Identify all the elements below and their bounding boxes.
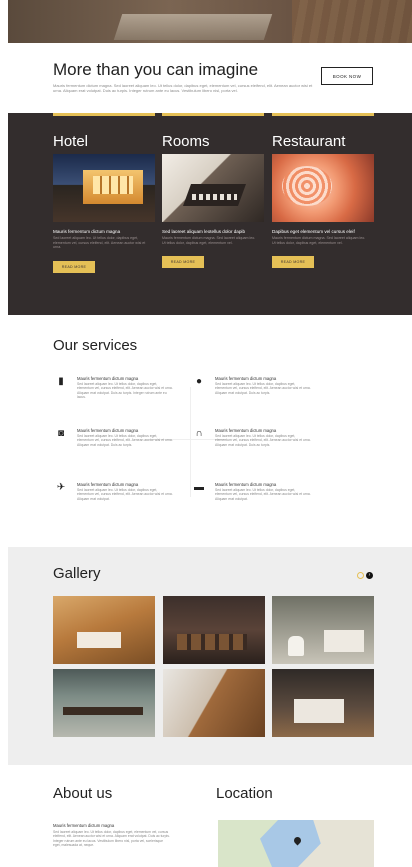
service-title: Mauris fermentum dictum magna <box>77 482 139 487</box>
card-text: Mauris fermentum dictum magna. Sed laore… <box>272 236 366 245</box>
about-text: Sed laoreet aliquam leo. Ut tellus dolor… <box>53 830 170 848</box>
services-section: Our services ▮ Mauris fermentum dictum m… <box>8 315 412 547</box>
map-land <box>218 820 278 867</box>
gallery-prev-button[interactable] <box>357 572 364 579</box>
features-section: Hotel Mauris fermentum dictum magna Sed … <box>8 113 412 315</box>
read-more-button[interactable]: READ MORE <box>53 260 95 273</box>
intro-text: Mauris fermentum dictum magna. Sed laore… <box>53 83 313 93</box>
service-title: Mauris fermentum dictum magna <box>77 428 139 433</box>
card-caption: Mauris fermentum dictum magna <box>53 229 121 234</box>
service-title: Mauris fermentum dictum magna <box>77 376 139 381</box>
service-title: Mauris fermentum dictum magna <box>215 376 277 381</box>
gallery-image-bathroom[interactable] <box>272 596 374 664</box>
gallery-image-dining[interactable] <box>53 669 155 737</box>
gallery-image-bath-suite[interactable] <box>272 669 374 737</box>
card-restaurant: Restaurant Dapibus eget elementum vel cu… <box>272 133 374 269</box>
accent-rule <box>162 113 264 116</box>
gallery-image-attic-bedroom[interactable] <box>53 596 155 664</box>
card-image[interactable] <box>272 154 374 222</box>
page: More than you can imagine Mauris ferment… <box>0 0 412 867</box>
card-title: Hotel <box>53 133 89 150</box>
gallery-title: Gallery <box>53 565 101 582</box>
card-image[interactable] <box>53 154 155 222</box>
briefcase-icon: ▬ <box>194 482 204 493</box>
location-map[interactable] <box>218 820 374 867</box>
map-land <box>298 820 374 867</box>
location-title: Location <box>216 785 273 802</box>
service-text: Sed laoreet aliquam leo. Ut tellus dolor… <box>77 488 173 501</box>
intro-section: More than you can imagine Mauris ferment… <box>8 43 412 113</box>
accent-rule <box>53 113 155 116</box>
services-divider <box>190 387 191 497</box>
card-image[interactable] <box>162 154 264 222</box>
service-text: Sed laoreet aliquam leo. Ut tellus dolor… <box>215 434 311 447</box>
intro-title: More than you can imagine <box>53 60 259 79</box>
gallery-next-button[interactable]: › <box>366 572 373 579</box>
book-now-button[interactable]: BOOK NOW <box>321 67 373 85</box>
service-text: Sed laoreet aliquam leo. Ut tellus dolor… <box>77 382 173 400</box>
book-icon: ▮ <box>58 376 64 387</box>
card-text: Sed laoreet aliquam leo. Ut tellus dolor… <box>53 236 146 250</box>
card-rooms: Rooms Sed laoreet aliquam leotellus dolo… <box>162 133 264 269</box>
about-title: About us <box>53 785 113 802</box>
airplane-icon: ✈ <box>56 482 66 493</box>
bottom-section: About us Mauris fermentum dictum magna S… <box>8 765 412 867</box>
service-text: Sed laoreet aliquam leo. Ut tellus dolor… <box>77 434 173 447</box>
card-caption: Sed laoreet aliquam leotellus dolor dapi… <box>162 229 245 234</box>
gallery-section: Gallery › <box>8 547 412 765</box>
card-title: Restaurant <box>272 133 346 150</box>
hero-floor <box>292 0 412 43</box>
service-text: Sed laoreet aliquam leo. Ut tellus dolor… <box>215 382 311 395</box>
headphones-icon: ∩ <box>195 428 203 439</box>
hero-image <box>8 0 412 43</box>
service-text: Sed laoreet aliquam leo. Ut tellus dolor… <box>215 488 311 501</box>
service-title: Mauris fermentum dictum magna <box>215 482 277 487</box>
hero-rug <box>113 14 273 40</box>
read-more-button[interactable]: READ MORE <box>162 256 204 269</box>
accent-rule <box>272 113 374 116</box>
gallery-image-lounge[interactable] <box>163 596 265 664</box>
camera-icon: ◙ <box>57 428 65 439</box>
card-text: Mauris fermentum dictum magna. Sed laore… <box>162 236 256 245</box>
card-title: Rooms <box>162 133 210 150</box>
map-pin-icon: ● <box>195 376 203 387</box>
service-title: Mauris fermentum dictum magna <box>215 428 277 433</box>
services-title: Our services <box>53 337 138 354</box>
read-more-button[interactable]: READ MORE <box>272 256 314 269</box>
about-subtitle: Mauris fermentum dictum magna <box>53 823 115 828</box>
gallery-image-staircase[interactable] <box>163 669 265 737</box>
card-hotel: Hotel Mauris fermentum dictum magna Sed … <box>53 133 155 273</box>
card-caption: Dapibus eget elementum vel cursus eleif <box>272 229 355 234</box>
map-pin-icon[interactable] <box>292 835 303 846</box>
